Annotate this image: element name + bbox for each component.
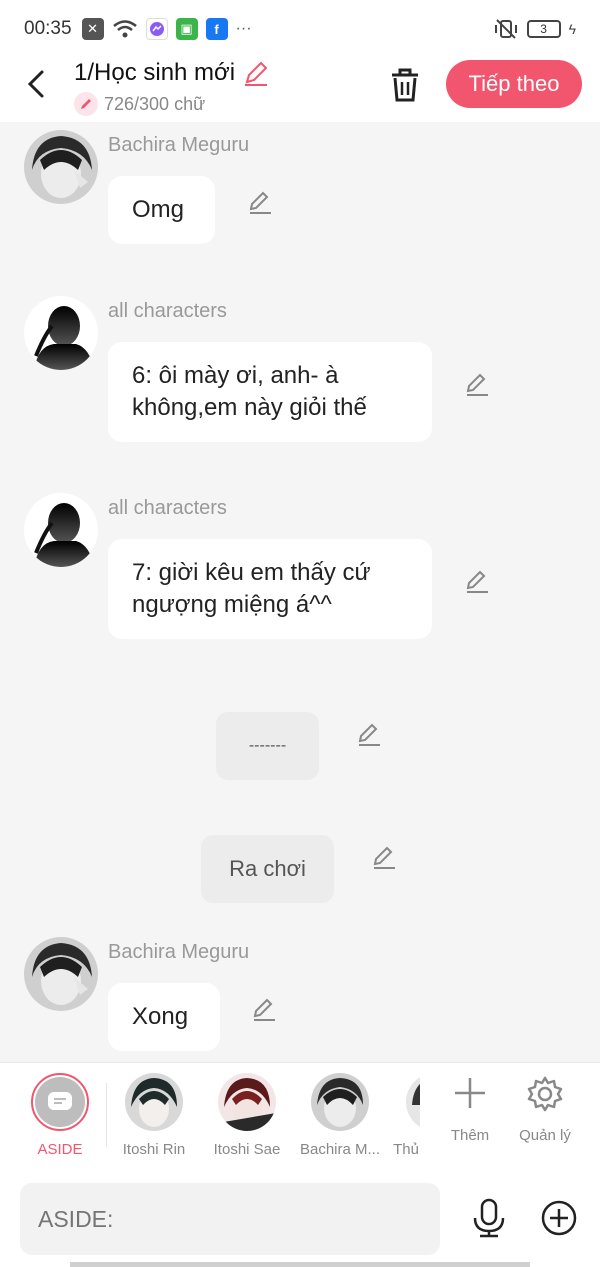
edit-message-icon[interactable] <box>463 567 491 595</box>
message-sender: Bachira Meguru <box>108 134 250 156</box>
edit-message-icon[interactable] <box>355 720 383 748</box>
status-bar: 00:35 ✕ ▣ f ··· 3 ϟ <box>0 0 600 58</box>
plus-icon <box>455 1078 485 1108</box>
manage-label: Quản lý <box>519 1127 571 1144</box>
character-aside[interactable]: ASIDE <box>24 1073 96 1158</box>
battery-indicator: 3 <box>526 20 561 38</box>
manage-characters-button[interactable]: Quản lý <box>512 1075 578 1144</box>
back-arrow-icon[interactable] <box>22 66 52 102</box>
editor-header: 1/Học sinh mới 726/300 chữ Tiếp theo <box>0 58 600 122</box>
character-avatar <box>406 1073 420 1131</box>
character-name: Itoshi Sae <box>213 1141 281 1158</box>
character-name: ASIDE <box>37 1141 83 1158</box>
facebook-icon: f <box>205 18 228 40</box>
app-icon: ▣ <box>175 18 198 40</box>
character-name: Itoshi Rin <box>122 1141 186 1158</box>
character-avatar[interactable] <box>24 130 98 204</box>
message-bubble[interactable]: 7: giời kêu em thấy cứ ngượng miệng á^^ <box>108 539 432 639</box>
composer <box>0 1172 600 1267</box>
edit-message-icon[interactable] <box>250 995 278 1023</box>
aside-chat-icon <box>35 1077 85 1127</box>
narration-bubble[interactable]: Ra chơi <box>201 835 334 903</box>
message-sender: all characters <box>108 497 227 519</box>
character-name: Bachira M... <box>299 1141 381 1158</box>
character-bachira-meguru[interactable]: Bachira M... <box>298 1073 382 1158</box>
gear-icon <box>527 1076 563 1112</box>
microphone-icon[interactable] <box>470 1198 508 1238</box>
character-name: Thủ <box>393 1141 419 1158</box>
message-sender: Bachira Meguru <box>108 941 250 963</box>
message-sender: all characters <box>108 300 227 322</box>
add-character-button[interactable]: Thêm <box>444 1075 496 1144</box>
close-notification-icon: ✕ <box>81 18 104 40</box>
character-thu[interactable]: Thủ <box>392 1073 420 1158</box>
narration-bubble[interactable]: ------- <box>216 712 319 780</box>
more-notifications-icon: ··· <box>235 20 252 37</box>
message-bubble[interactable]: 6: ôi mày ơi, anh- à không,em này giỏi t… <box>108 342 432 442</box>
edit-message-icon[interactable] <box>246 188 274 216</box>
next-button[interactable]: Tiếp theo <box>446 60 582 108</box>
character-selector: ASIDE Itoshi Rin Itoshi Sae Bachira M...… <box>0 1062 600 1172</box>
message-bubble[interactable]: Xong <box>108 983 220 1051</box>
edit-message-icon[interactable] <box>370 843 398 871</box>
character-itoshi-sae[interactable]: Itoshi Sae <box>210 1073 284 1158</box>
message-list[interactable]: Bachira Meguru Omg all characters 6: ôi … <box>0 122 600 1062</box>
charging-icon: ϟ <box>568 21 576 37</box>
divider <box>106 1083 107 1147</box>
add-label: Thêm <box>450 1127 490 1144</box>
trash-icon[interactable] <box>388 66 422 104</box>
character-avatar[interactable] <box>24 493 98 567</box>
edit-title-icon[interactable] <box>241 58 271 88</box>
character-avatar <box>218 1073 276 1131</box>
chapter-title: 1/Học sinh mới <box>74 59 236 86</box>
character-avatar[interactable] <box>24 937 98 1011</box>
wifi-icon <box>112 20 137 38</box>
word-count-pen-icon <box>74 92 98 116</box>
word-count: 726/300 chữ <box>104 93 206 114</box>
vibrate-mute-icon <box>494 19 517 39</box>
character-avatar[interactable] <box>24 296 98 370</box>
messenger-icon <box>145 18 168 40</box>
character-avatar <box>125 1073 183 1131</box>
edit-message-icon[interactable] <box>463 370 491 398</box>
add-attachment-icon[interactable] <box>540 1199 578 1237</box>
chapter-title-block: 1/Học sinh mới 726/300 chữ <box>74 58 271 116</box>
character-itoshi-rin[interactable]: Itoshi Rin <box>118 1073 190 1158</box>
character-avatar <box>311 1073 369 1131</box>
clock: 00:35 <box>24 18 72 39</box>
navigation-bar-strip <box>70 1262 530 1267</box>
message-bubble[interactable]: Omg <box>108 176 215 244</box>
message-input[interactable] <box>20 1183 440 1255</box>
